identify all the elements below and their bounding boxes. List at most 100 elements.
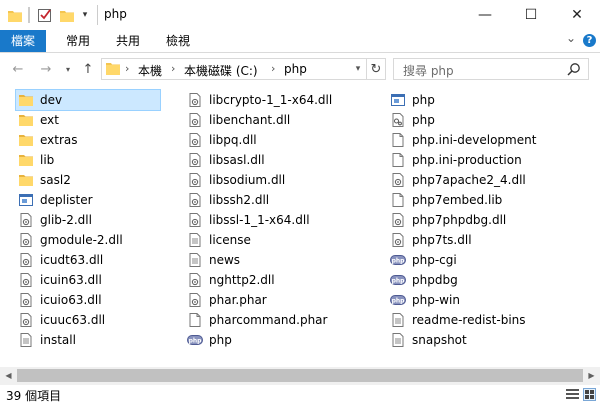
dll-icon xyxy=(187,192,203,208)
recent-locations-chevron-icon[interactable]: ▾ xyxy=(60,61,76,77)
large-icons-view-icon[interactable] xyxy=(583,388,596,401)
list-item[interactable]: license xyxy=(185,230,251,250)
list-item[interactable]: libpq.dll xyxy=(185,130,257,150)
list-item[interactable]: libsodium.dll xyxy=(185,170,285,190)
file-name-label: php.ini-production xyxy=(412,153,522,167)
minimize-button[interactable]: — xyxy=(462,0,508,30)
blank-file-icon xyxy=(390,152,406,168)
breadcrumb-separator[interactable]: › xyxy=(271,62,275,75)
new-folder-icon[interactable] xyxy=(58,6,76,24)
list-item[interactable]: libsasl.dll xyxy=(185,150,265,170)
breadcrumb-separator[interactable]: › xyxy=(171,62,175,75)
properties-icon[interactable] xyxy=(36,6,54,24)
text-file-icon xyxy=(18,332,34,348)
forward-arrow-icon[interactable]: → xyxy=(38,61,54,77)
file-name-label: libssh2.dll xyxy=(209,193,270,207)
list-item[interactable]: php xyxy=(388,90,435,110)
list-item[interactable]: glib-2.dll xyxy=(16,210,92,230)
dll-icon xyxy=(187,172,203,188)
list-item[interactable]: install xyxy=(16,330,76,350)
list-item[interactable]: dev xyxy=(15,89,161,111)
tab-file[interactable]: 檔案 xyxy=(0,30,46,52)
file-name-label: snapshot xyxy=(412,333,467,347)
folder-icon xyxy=(18,172,34,188)
list-item[interactable]: php php xyxy=(185,330,232,350)
list-item[interactable]: news xyxy=(185,250,240,270)
list-item[interactable]: ext xyxy=(16,110,59,130)
up-arrow-icon[interactable]: ↑ xyxy=(80,61,96,77)
tab-share[interactable]: 共用 xyxy=(106,30,150,52)
list-item[interactable]: php7embed.lib xyxy=(388,190,502,210)
list-item[interactable]: php7apache2_4.dll xyxy=(388,170,526,190)
file-name-label: php-cgi xyxy=(412,253,457,267)
file-name-label: libcrypto-1_1-x64.dll xyxy=(209,93,333,107)
dll-icon xyxy=(187,292,203,308)
horizontal-scrollbar[interactable]: ◀ ▶ xyxy=(0,367,600,384)
dll-icon xyxy=(18,292,34,308)
customize-quick-access-icon[interactable]: ▾ xyxy=(78,6,92,24)
list-item[interactable]: libenchant.dll xyxy=(185,110,290,130)
php-exe-icon: php xyxy=(390,292,406,308)
list-item[interactable]: php.ini-development xyxy=(388,130,536,150)
details-view-icon[interactable] xyxy=(566,388,579,401)
scroll-left-icon[interactable]: ◀ xyxy=(0,367,17,384)
search-input[interactable]: 搜尋 php xyxy=(403,62,454,79)
file-name-label: deplister xyxy=(40,193,93,207)
list-item[interactable]: php php-cgi xyxy=(388,250,457,270)
list-item[interactable]: icuin63.dll xyxy=(16,270,102,290)
list-item[interactable]: deplister xyxy=(16,190,93,210)
list-item[interactable]: gmodule-2.dll xyxy=(16,230,123,250)
list-item[interactable]: pharcommand.phar xyxy=(185,310,327,330)
list-item[interactable]: sasl2 xyxy=(16,170,71,190)
list-item[interactable]: php xyxy=(388,110,435,130)
list-item[interactable]: php.ini-production xyxy=(388,150,522,170)
divider xyxy=(97,5,98,25)
dll-icon xyxy=(187,92,203,108)
refresh-icon[interactable]: ↻ xyxy=(367,58,386,80)
list-item[interactable]: libssl-1_1-x64.dll xyxy=(185,210,310,230)
breadcrumb-this-pc[interactable]: 本機 xyxy=(138,62,162,79)
file-name-label: php.ini-development xyxy=(412,133,537,147)
file-name-label: php-win xyxy=(412,293,460,307)
maximize-button[interactable]: ☐ xyxy=(508,0,554,30)
breadcrumb-local-disk[interactable]: 本機磁碟 (C:) xyxy=(184,62,258,79)
scrollbar-thumb[interactable] xyxy=(17,369,583,382)
breadcrumb-php[interactable]: php xyxy=(284,62,307,76)
help-icon[interactable]: ? xyxy=(583,34,596,47)
close-button[interactable]: ✕ xyxy=(554,0,600,30)
expand-ribbon-icon[interactable]: ⌄ xyxy=(566,31,576,45)
list-item[interactable]: icuuc63.dll xyxy=(16,310,105,330)
folder-icon[interactable] xyxy=(6,6,24,24)
list-item[interactable]: snapshot xyxy=(388,330,467,350)
list-item[interactable]: php php-win xyxy=(388,290,460,310)
blank-file-icon xyxy=(390,132,406,148)
list-item[interactable]: php7ts.dll xyxy=(388,230,472,250)
list-item[interactable]: php phpdbg xyxy=(388,270,458,290)
tab-home[interactable]: 常用 xyxy=(56,30,100,52)
file-name-label: php7embed.lib xyxy=(412,193,503,207)
text-file-icon xyxy=(390,312,406,328)
list-item[interactable]: libcrypto-1_1-x64.dll xyxy=(185,90,332,110)
list-item[interactable]: readme-redist-bins xyxy=(388,310,526,330)
dll-icon xyxy=(18,252,34,268)
title-bar: ▾ php — ☐ ✕ xyxy=(0,0,600,30)
list-item[interactable]: phar.phar xyxy=(185,290,267,310)
file-name-label: nghttp2.dll xyxy=(209,273,275,287)
list-item[interactable]: lib xyxy=(16,150,54,170)
list-item[interactable]: nghttp2.dll xyxy=(185,270,275,290)
file-name-label: pharcommand.phar xyxy=(209,313,328,327)
list-item[interactable]: php7phpdbg.dll xyxy=(388,210,506,230)
file-name-label: readme-redist-bins xyxy=(412,313,526,327)
list-item[interactable]: extras xyxy=(16,130,78,150)
back-arrow-icon[interactable]: ← xyxy=(10,61,26,77)
list-item[interactable]: libssh2.dll xyxy=(185,190,269,210)
list-item[interactable]: icuio63.dll xyxy=(16,290,102,310)
address-history-chevron-icon[interactable]: ▾ xyxy=(349,58,367,80)
file-name-label: gmodule-2.dll xyxy=(40,233,123,247)
breadcrumb-separator[interactable]: › xyxy=(125,62,129,75)
tab-view[interactable]: 檢視 xyxy=(156,30,200,52)
list-item[interactable]: icudt63.dll xyxy=(16,250,103,270)
scroll-right-icon[interactable]: ▶ xyxy=(583,367,600,384)
divider xyxy=(28,7,30,23)
php-exe-icon: php xyxy=(390,272,406,288)
